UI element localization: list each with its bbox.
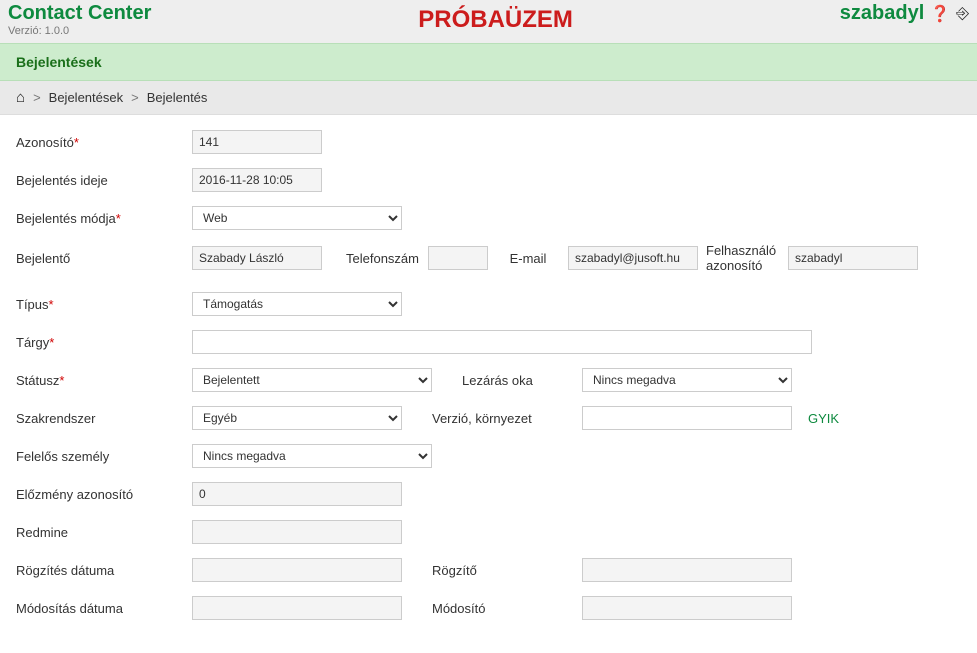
input-telefonszam[interactable] xyxy=(428,246,488,270)
label-statusz: Státusz* xyxy=(16,373,192,388)
breadcrumb: ⌂ > Bejelentések > Bejelentés xyxy=(0,81,977,115)
label-rogzites-datuma: Rögzítés dátuma xyxy=(16,563,192,578)
input-modositas-datuma[interactable] xyxy=(192,596,402,620)
input-verzio-kornyezet[interactable] xyxy=(582,406,792,430)
input-rogzites-datuma[interactable] xyxy=(192,558,402,582)
input-rogzito[interactable] xyxy=(582,558,792,582)
label-tipus: Típus* xyxy=(16,297,192,312)
input-elozmeny-azonosito[interactable] xyxy=(192,482,402,506)
label-bejelento: Bejelentő xyxy=(16,251,192,266)
input-email[interactable] xyxy=(568,246,698,270)
label-bejelentes-ideje: Bejelentés ideje xyxy=(16,173,192,188)
select-bejelentes-modja[interactable]: Web xyxy=(192,206,402,230)
section-header: Bejelentések xyxy=(0,43,977,81)
breadcrumb-item-2: Bejelentés xyxy=(147,90,208,105)
input-azonosito[interactable] xyxy=(192,130,322,154)
form-area: Azonosító* Bejelentés ideje Bejelentés m… xyxy=(0,115,977,653)
label-azonosito: Azonosító* xyxy=(16,135,192,150)
help-icon[interactable]: ❓ xyxy=(930,4,950,24)
label-felelos-szemely: Felelős személy xyxy=(16,449,192,464)
top-left: Contact Center Verzió: 1.0.0 xyxy=(8,2,151,37)
input-felhasznalo-azonosito[interactable] xyxy=(788,246,918,270)
home-icon[interactable]: ⌂ xyxy=(16,89,25,106)
input-modosito[interactable] xyxy=(582,596,792,620)
select-tipus[interactable]: Támogatás xyxy=(192,292,402,316)
input-bejelentes-ideje[interactable] xyxy=(192,168,322,192)
label-targy: Tárgy* xyxy=(16,335,192,350)
breadcrumb-sep: > xyxy=(33,90,41,105)
select-szakrendszer[interactable]: Egyéb xyxy=(192,406,402,430)
label-felhasznalo-azonosito: Felhasználó azonosító xyxy=(698,243,788,273)
label-lezaras-oka: Lezárás oka xyxy=(432,373,582,388)
label-bejelentes-modja: Bejelentés módja* xyxy=(16,211,192,226)
label-elozmeny-azonosito: Előzmény azonosító xyxy=(16,487,192,502)
label-szakrendszer: Szakrendszer xyxy=(16,411,192,426)
input-redmine[interactable] xyxy=(192,520,402,544)
label-modositas-datuma: Módosítás dátuma xyxy=(16,601,192,616)
input-bejelento[interactable] xyxy=(192,246,322,270)
select-statusz[interactable]: Bejelentett xyxy=(192,368,432,392)
select-felelos-szemely[interactable]: Nincs megadva xyxy=(192,444,432,468)
version-label: Verzió: 1.0.0 xyxy=(8,25,151,37)
link-gyik[interactable]: GYIK xyxy=(808,411,839,426)
label-verzio-kornyezet: Verzió, környezet xyxy=(402,411,582,426)
banner: PRÓBAÜZEM xyxy=(151,6,839,34)
breadcrumb-item-1[interactable]: Bejelentések xyxy=(49,90,123,105)
breadcrumb-sep: > xyxy=(131,90,139,105)
select-lezaras-oka[interactable]: Nincs megadva xyxy=(582,368,792,392)
label-telefonszam: Telefonszám xyxy=(338,251,428,266)
logout-icon[interactable]: ⎆ xyxy=(956,5,969,23)
label-email: E-mail xyxy=(488,251,568,266)
label-redmine: Redmine xyxy=(16,525,192,540)
label-rogzito: Rögzítő xyxy=(402,563,582,578)
input-targy[interactable] xyxy=(192,330,812,354)
app-title: Contact Center xyxy=(8,2,151,25)
top-right: szabadyl ❓ ⎆ xyxy=(840,2,969,25)
label-modosito: Módosító xyxy=(402,601,582,616)
topbar: Contact Center Verzió: 1.0.0 PRÓBAÜZEM s… xyxy=(0,0,977,43)
username: szabadyl xyxy=(840,2,924,25)
